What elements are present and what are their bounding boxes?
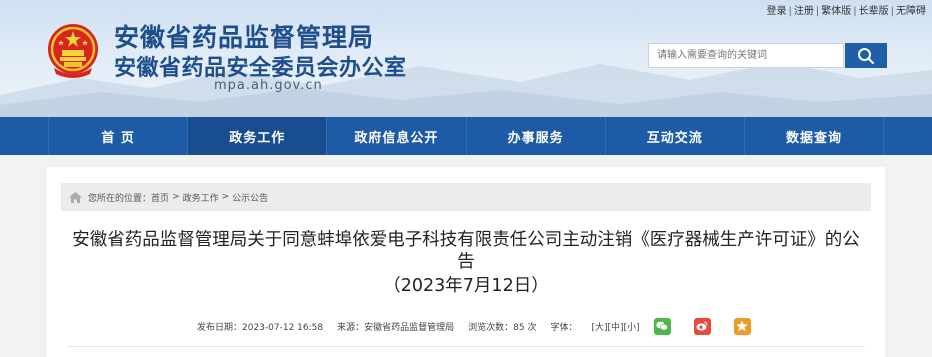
breadcrumb-home[interactable]: 首页 xyxy=(151,191,169,204)
site-title: 安徽省药品监督管理局 xyxy=(114,23,375,52)
font-large-button[interactable]: [大] xyxy=(591,323,607,333)
font-size-label: 字体： xyxy=(550,322,578,333)
wechat-share-icon[interactable] xyxy=(653,317,671,335)
elder-version-link[interactable]: 长辈版 xyxy=(859,6,889,17)
article-date-line: （2023年7月12日） xyxy=(383,276,549,296)
traditional-chinese-link[interactable]: 繁体版 xyxy=(821,6,851,17)
search-box xyxy=(648,43,887,68)
nav-data-query[interactable]: 数据查询 xyxy=(743,117,885,155)
search-input[interactable] xyxy=(648,43,844,68)
font-medium-button[interactable]: [中] xyxy=(608,323,624,333)
top-links: 登录 | 注册 | 繁体版 | 长辈版 | 无障碍 xyxy=(766,6,927,17)
nav-home[interactable]: 首 页 xyxy=(48,117,187,155)
favorite-star-icon[interactable] xyxy=(733,317,751,335)
main-nav: 首 页 政务工作 政府信息公开 办事服务 互动交流 数据查询 xyxy=(0,117,932,155)
login-link[interactable]: 登录 xyxy=(767,6,787,17)
nav-information-disclosure[interactable]: 政府信息公开 xyxy=(326,117,465,155)
site-header: 登录 | 注册 | 繁体版 | 长辈版 | 无障碍 安徽省药品监督管理局 安徽省药品安全委员会办… xyxy=(0,0,932,117)
font-size-controls: 字体： [大][中][小] xyxy=(550,320,639,333)
nav-interaction[interactable]: 互动交流 xyxy=(604,117,744,155)
article-panel: 您所在的位置： 首页 > 政务工作 > 公示公告 安徽省药品监督管理局关于同意蚌… xyxy=(47,167,885,357)
article-source: 来源：安徽省药品监督管理局 xyxy=(337,322,455,333)
accessibility-link[interactable]: 无障碍 xyxy=(896,6,926,17)
search-icon xyxy=(858,47,875,64)
site-domain: mpa.ah.gov.cn xyxy=(214,78,323,93)
view-count: 浏览次数：85 次 xyxy=(468,322,537,333)
publish-date: 发布日期：2023-07-12 16:58 xyxy=(197,322,324,333)
nav-government-work[interactable]: 政务工作 xyxy=(187,117,327,155)
breadcrumb-government-work[interactable]: 政务工作 xyxy=(183,191,219,204)
article-meta: 发布日期：2023-07-12 16:58 来源：安徽省药品监督管理局 浏览次数… xyxy=(197,317,765,335)
register-link[interactable]: 注册 xyxy=(794,6,814,17)
content-divider xyxy=(67,346,865,347)
nav-services[interactable]: 办事服务 xyxy=(465,117,605,155)
breadcrumb-prefix: 您所在的位置： xyxy=(88,193,152,204)
search-button[interactable] xyxy=(845,43,887,68)
font-small-button[interactable]: [小] xyxy=(624,323,640,333)
article-title: 安徽省药品监督管理局关于同意蚌埠依爱电子科技有限责任公司主动注销《医疗器械生产许… xyxy=(72,230,860,272)
breadcrumb: 您所在的位置： 首页 > 政务工作 > 公示公告 xyxy=(61,183,871,211)
breadcrumb-announcements[interactable]: 公示公告 xyxy=(232,191,268,204)
home-icon xyxy=(69,191,82,203)
national-emblem-icon xyxy=(48,24,98,78)
weibo-share-icon[interactable] xyxy=(693,317,711,335)
